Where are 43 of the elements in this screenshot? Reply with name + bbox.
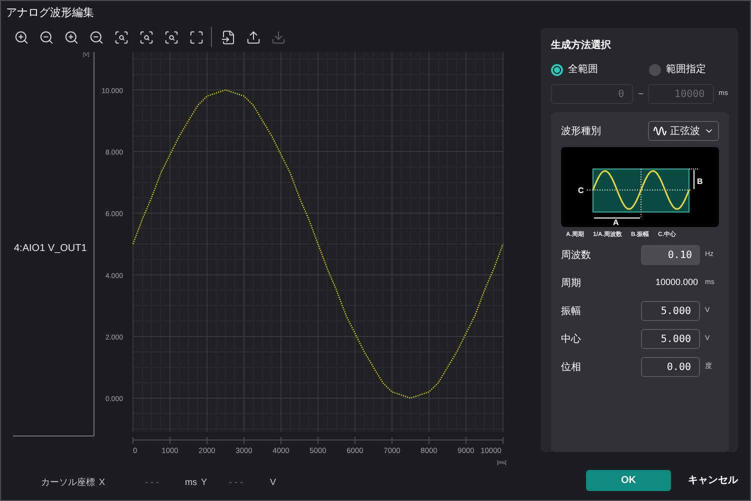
cursor-y-value: - - - xyxy=(229,476,244,490)
upload-icon[interactable] xyxy=(246,30,261,44)
ok-button[interactable]: OK xyxy=(586,470,671,491)
param-field[interactable]: 0.10 xyxy=(641,245,700,265)
zoom-area-icon[interactable] xyxy=(114,30,129,44)
cursor-x-value: - - - xyxy=(145,476,160,490)
zoom-area-icon[interactable] xyxy=(139,30,154,44)
zoom-out-icon[interactable] xyxy=(39,30,54,44)
param-value: 10000.000 xyxy=(655,276,699,290)
radio-button[interactable] xyxy=(551,64,563,76)
param-field[interactable]: 0.00 xyxy=(641,357,700,377)
value-input-icon[interactable] xyxy=(221,30,236,44)
zoom-in-icon[interactable] xyxy=(64,30,79,44)
param-label: 周期 xyxy=(561,276,582,290)
label-b: B xyxy=(697,177,703,186)
cursor-y-unit: V xyxy=(270,476,276,490)
fit-screen-icon[interactable] xyxy=(189,30,204,44)
panel-title: 生成方法選択 xyxy=(551,38,612,53)
label-c: C xyxy=(578,186,584,195)
range-separator: ~ xyxy=(636,88,645,102)
cancel-button[interactable]: キャンセル xyxy=(687,470,739,491)
cursor-x-label: X xyxy=(99,476,106,490)
param-field[interactable]: 5.000 xyxy=(641,329,700,349)
zoom-area-icon[interactable] xyxy=(164,30,179,44)
cursor-label: カーソル座標 xyxy=(41,476,95,490)
radio-button[interactable] xyxy=(649,64,661,76)
cursor-y-label: Y xyxy=(201,476,208,490)
zoom-in-icon[interactable] xyxy=(14,30,29,44)
param-label: 位相 xyxy=(561,360,582,374)
label-a: A xyxy=(613,218,619,227)
cursor-x-unit: ms xyxy=(185,476,198,490)
channel-label: 4:AIO1 V_OUT1 xyxy=(14,243,87,254)
radio-label: 範囲指定 xyxy=(666,62,706,77)
wave-type-label: 波形種別 xyxy=(561,124,601,138)
param-label: 周波数 xyxy=(561,248,592,262)
param-label: 中心 xyxy=(561,332,582,346)
param-label: 振幅 xyxy=(561,304,582,318)
zoom-out-icon[interactable] xyxy=(89,30,104,44)
radio-label: 全範囲 xyxy=(568,63,598,77)
sine-wave-icon xyxy=(653,126,667,136)
window-title: アナログ波形編集 xyxy=(6,6,94,22)
wave-type-dropdown[interactable]: 正弦波 xyxy=(648,121,719,141)
param-field[interactable]: 5.000 xyxy=(641,301,700,321)
